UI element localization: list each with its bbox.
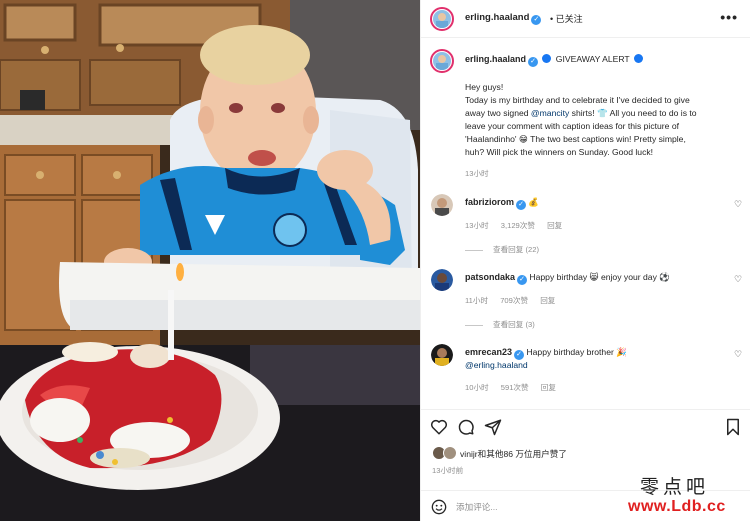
ball-emoji-icon: ⚽: [659, 272, 670, 282]
comment-heart-icon[interactable]: ♡: [734, 349, 742, 360]
author-name[interactable]: erling.haaland ✓: [465, 12, 542, 25]
caption-text: shirts!: [571, 108, 595, 118]
mention-link[interactable]: @mancity: [531, 108, 569, 118]
commenter-avatar[interactable]: [431, 269, 453, 291]
caption-line: away two signed @mancity shirts! 👕 All y…: [465, 108, 697, 119]
verified-icon: ✓: [514, 350, 525, 360]
caption-time: 13小时: [465, 169, 489, 178]
view-replies[interactable]: 查看回复 (22): [465, 244, 539, 255]
reply-button[interactable]: 回复: [540, 296, 555, 305]
comment-text: Happy birthday: [529, 272, 588, 282]
bookmark-icon[interactable]: [724, 418, 742, 436]
author-avatar[interactable]: [430, 7, 454, 31]
caption-author[interactable]: erling.haaland: [465, 54, 526, 64]
comment-body: patsondaka ✓ Happy birthday 😸 enjoy your …: [465, 272, 670, 285]
commenter-avatar[interactable]: [431, 194, 453, 216]
shirt-emoji-icon: 👕: [596, 108, 608, 118]
verified-icon: ✓: [528, 57, 539, 67]
liker-avatars[interactable]: [432, 446, 458, 460]
caption-text: away two signed: [465, 108, 531, 118]
comment-likes[interactable]: 709次赞: [500, 296, 528, 305]
comment-likes[interactable]: 3,129次赞: [501, 221, 535, 230]
follow-status[interactable]: • 已关注: [550, 12, 583, 25]
comment-text: Happy birthday brother: [526, 347, 614, 357]
comment-meta: 10小时 591次赞 回复: [465, 382, 566, 393]
caption-line: huh? Will pick the winners on Sunday. Go…: [465, 147, 654, 157]
caption-text: All you need to do is to: [609, 108, 697, 118]
divider: [465, 324, 483, 326]
post-time: 13小时前: [432, 466, 464, 475]
reply-button[interactable]: 回复: [541, 383, 556, 392]
comment-mention[interactable]: @erling.haaland: [465, 360, 528, 370]
watermark-title: 零点吧: [640, 476, 710, 498]
comment-icon[interactable]: [457, 418, 475, 436]
comment-body: fabriziorom ✓ 💰: [465, 197, 539, 210]
view-replies[interactable]: 查看回复 (3): [465, 319, 535, 330]
caption-text: 'Haalandinho': [465, 134, 517, 144]
post-photo: [0, 0, 420, 521]
author-link[interactable]: erling.haaland: [465, 12, 529, 23]
view-replies-label[interactable]: 查看回复 (3): [493, 320, 535, 329]
post-header: erling.haaland ✓ • 已关注 •••: [420, 0, 750, 38]
comment-meta: 11小时 709次赞 回复: [465, 295, 565, 306]
comment-heart-icon[interactable]: ♡: [734, 274, 742, 285]
grin-emoji-icon: 😁: [518, 134, 528, 144]
caption-line: Today is my birthday and to celebrate it…: [465, 95, 690, 105]
caption-line: 'Haalandinho' 😁 The two best captions wi…: [465, 134, 686, 145]
heart-icon[interactable]: [430, 418, 448, 436]
verified-icon: ✓: [517, 275, 528, 285]
caption-line: leave your comment with caption ideas fo…: [465, 121, 679, 131]
caption-avatar[interactable]: [430, 49, 454, 73]
caption-text: The two best captions win! Pretty simple…: [530, 134, 686, 144]
action-bar: [420, 409, 750, 449]
likes-count[interactable]: vinijr和其他86 万位用户赞了: [460, 448, 567, 460]
blue-circle-icon: [633, 54, 643, 63]
reply-button[interactable]: 回复: [547, 221, 562, 230]
comment-time: 11小时: [465, 296, 489, 305]
caption-title: erling.haaland ✓ GIVEAWAY ALERT: [465, 54, 645, 67]
divider: [465, 249, 483, 251]
comment-likes[interactable]: 591次赞: [501, 383, 529, 392]
comment-time: 13小时: [465, 221, 489, 230]
caption-title-text: GIVEAWAY ALERT: [555, 54, 630, 64]
verified-icon: ✓: [531, 15, 542, 25]
comment-heart-icon[interactable]: ♡: [734, 199, 742, 210]
party-emoji-icon: 🎉: [616, 347, 627, 357]
view-replies-label[interactable]: 查看回复 (22): [493, 245, 539, 254]
comment-author[interactable]: fabriziorom: [465, 197, 514, 207]
blue-circle-icon: [542, 54, 552, 63]
comment-text: enjoy your day: [600, 272, 657, 282]
comment-author[interactable]: emrecan23: [465, 347, 512, 357]
comment-time: 10小时: [465, 383, 489, 392]
comment-input[interactable]: [456, 499, 636, 515]
comment-author[interactable]: patsondaka: [465, 272, 515, 282]
commenter-avatar[interactable]: [431, 344, 453, 366]
verified-icon: ✓: [516, 200, 527, 210]
moneybag-emoji-icon: 💰: [528, 197, 540, 207]
comment-meta: 13小时 3,129次赞 回复: [465, 220, 572, 231]
caption-line: Hey guys!: [465, 82, 504, 92]
emoji-icon[interactable]: [431, 499, 447, 515]
share-icon[interactable]: [484, 418, 502, 436]
cat-emoji-icon: 😸: [589, 272, 599, 282]
watermark-url: www.Ldb.cc: [628, 498, 726, 515]
more-icon[interactable]: •••: [720, 9, 738, 25]
comment-body: emrecan23 ✓ Happy birthday brother 🎉: [465, 347, 627, 360]
